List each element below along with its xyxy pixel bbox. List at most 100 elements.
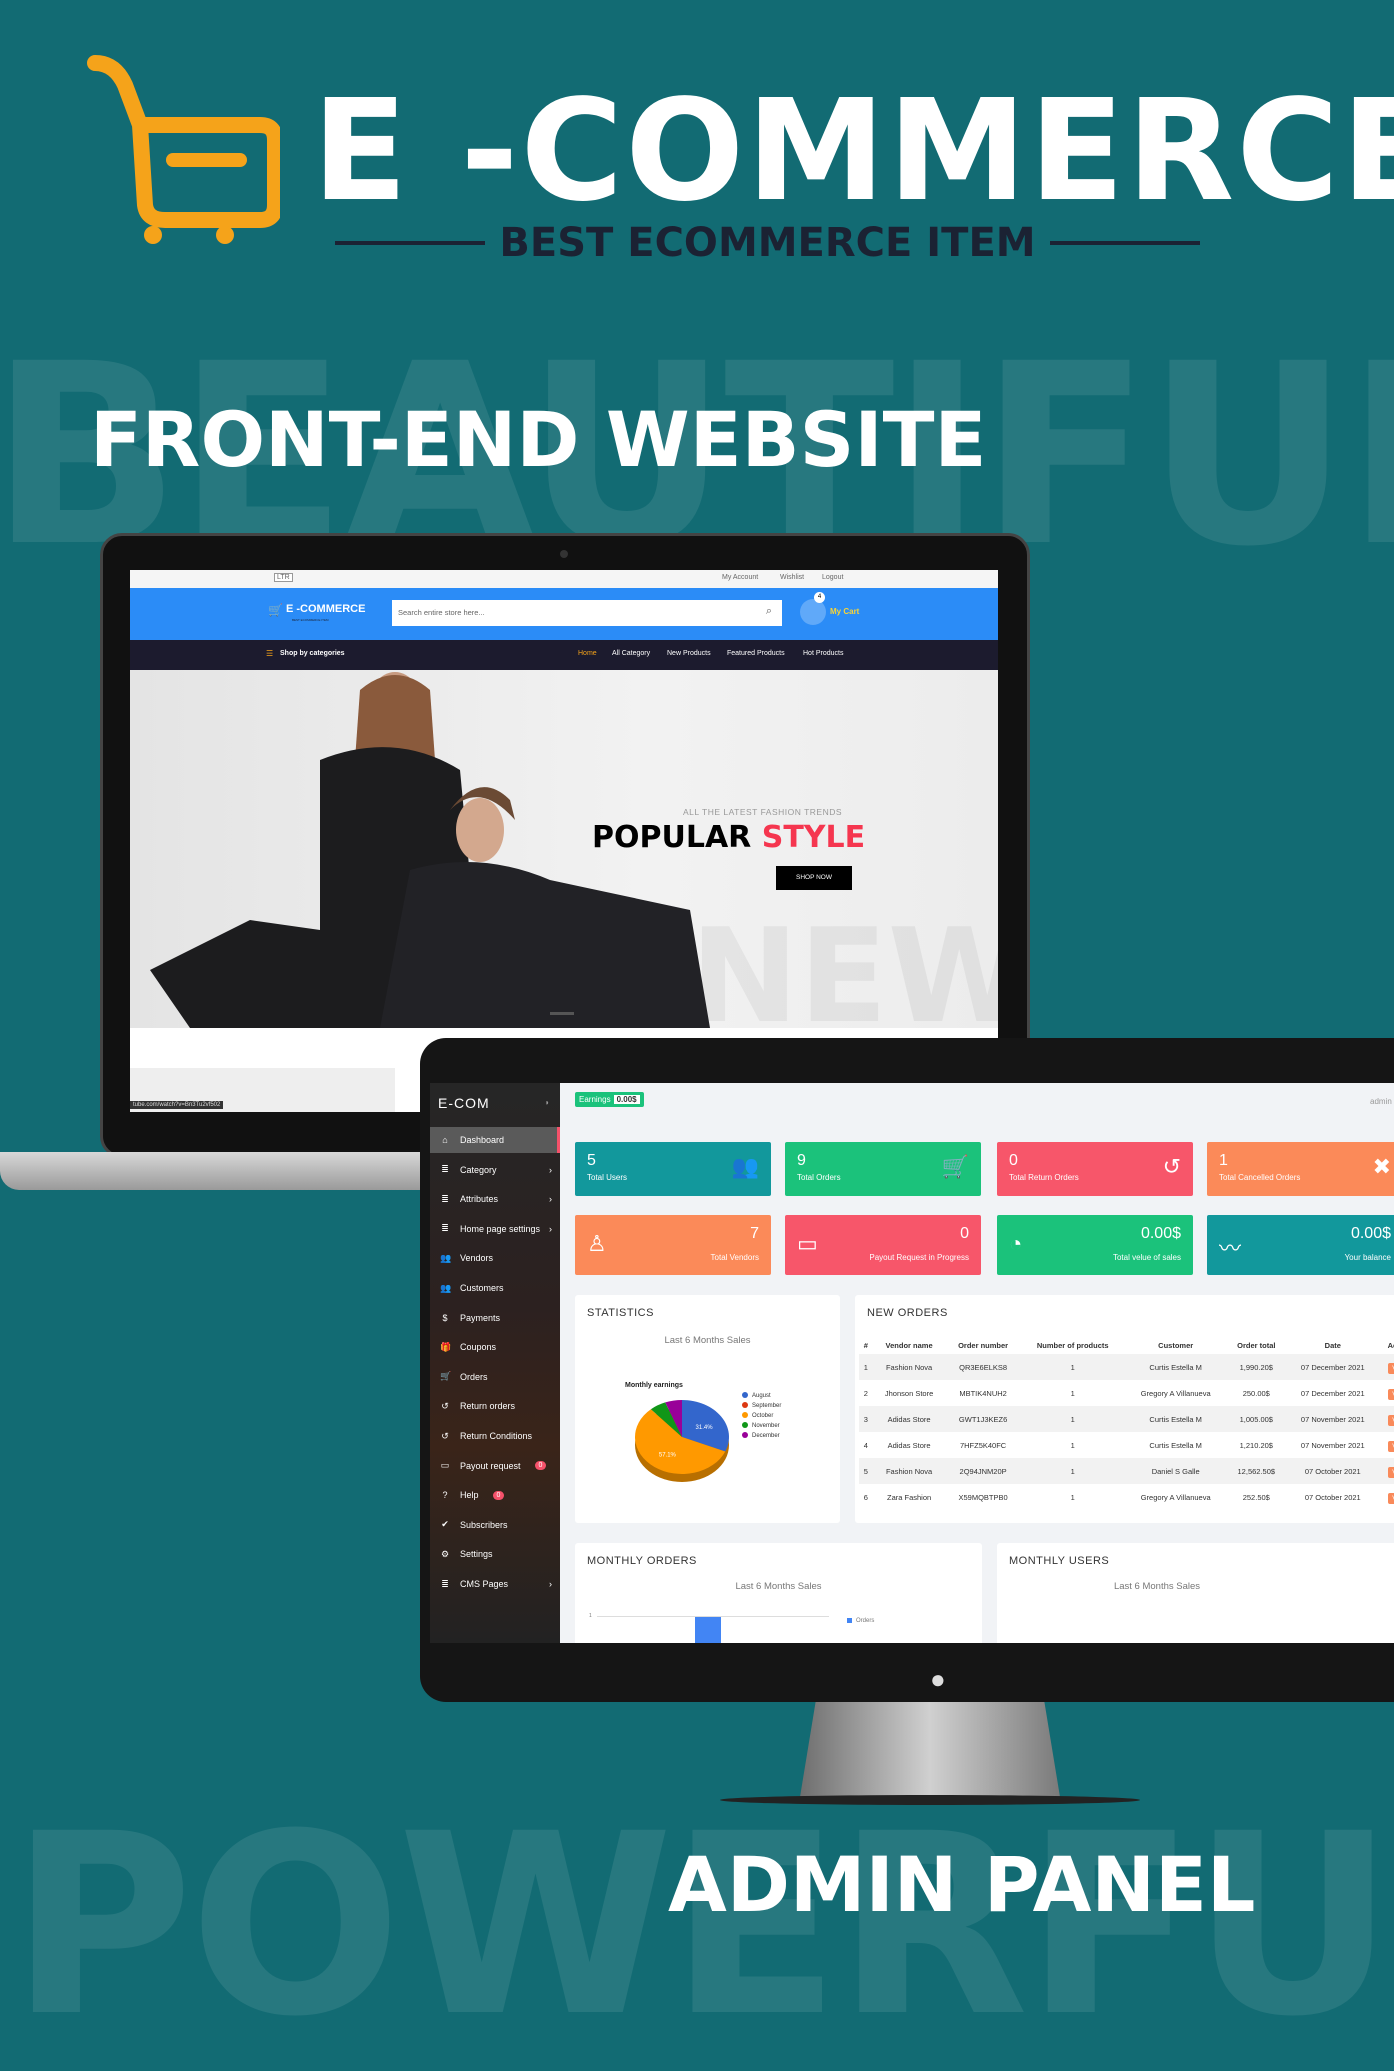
sidebar-toggle-icon[interactable]: ◑ [544, 1098, 549, 1107]
view-button[interactable]: View [1388, 1440, 1394, 1452]
list-icon: ≣ [441, 1578, 449, 1589]
sidebar-item-payments[interactable]: $ Payments [430, 1305, 560, 1331]
direction-select[interactable]: LTR [274, 573, 293, 582]
table-cell: 1 [1070, 1440, 1075, 1450]
legend-swatch [742, 1432, 748, 1438]
nav-new-products[interactable]: New Products [667, 650, 711, 657]
table-cell: 250.00$ [1242, 1388, 1270, 1398]
storefront-screen: LTR My Account Wishlist Logout 🛒 E -COMM… [130, 570, 998, 1112]
user-outline-icon: ♙ [587, 1231, 607, 1256]
table-cell: 1 [1020, 1354, 1125, 1380]
stat-card-total-cancelled-orders[interactable]: 1 Total Cancelled Orders ✖ [1207, 1142, 1394, 1196]
search-input[interactable]: Search entire store here... ⌕ [392, 600, 782, 626]
table-cell: 1,005.00$ [1226, 1406, 1287, 1432]
stat-card-total-velue-of-sales[interactable]: 0.00$ Total velue of sales ◔ [997, 1215, 1193, 1275]
store-logo-sub: BEST ECOMMERCE ITEM [292, 618, 329, 622]
sidebar-item-orders[interactable]: 🛒 Orders [430, 1364, 560, 1390]
stat-card-total-vendors[interactable]: 7 Total Vendors ♙ [575, 1215, 771, 1275]
cart-button[interactable] [800, 599, 826, 625]
stat-card-your-balance[interactable]: 0.00$ Your balance 〰 [1207, 1215, 1394, 1275]
sidebar-item-return-orders[interactable]: ↺ Return orders [430, 1393, 560, 1419]
nav-hot-products[interactable]: Hot Products [803, 650, 843, 657]
shop-by-categories[interactable]: Shop by categories [280, 650, 345, 657]
logout-link[interactable]: Logout [822, 574, 843, 581]
gift-icon: 🎁 [440, 1341, 452, 1352]
table-cell: Curtis Estella M [1124, 1406, 1227, 1432]
sidebar-item-label: Return Conditions [460, 1431, 533, 1441]
stat-label: Total Orders [797, 1173, 841, 1182]
sidebar-item-payout-request[interactable]: ▭ Payout request 0 [430, 1453, 560, 1479]
legend-label: October [752, 1413, 773, 1419]
wishlist-link[interactable]: Wishlist [780, 574, 804, 581]
table-cell: Jhonson Store [884, 1388, 934, 1398]
nav-home[interactable]: Home [578, 650, 597, 657]
nav-featured-products[interactable]: Featured Products [727, 650, 785, 657]
table-cell: 1 [1020, 1458, 1125, 1484]
hero-banner: NEW ALL THE LATEST FASHION TRENDS POPULA… [130, 670, 998, 1028]
users-icon: 👥 [440, 1252, 452, 1263]
sidebar-item-attributes[interactable]: ≣ Attributes › [430, 1186, 560, 1212]
stat-card-total-return-orders[interactable]: 0 Total Return Orders ↺ [997, 1142, 1193, 1196]
hero-title: POPULAR STYLE [592, 820, 865, 855]
sidebar-item-label: Attributes [460, 1194, 499, 1205]
cart-icon: 🛒 [440, 1371, 452, 1382]
nav-all-category[interactable]: All Category [612, 650, 650, 657]
stat-card-total-users[interactable]: 5 Total Users 👥 [575, 1142, 771, 1196]
table-cell: View [1380, 1432, 1394, 1458]
sidebar-item-subscribers[interactable]: ✔ Subscribers [430, 1512, 560, 1538]
orders-legend-label: Orders [856, 1618, 875, 1624]
table-cell: View [1379, 1458, 1394, 1484]
sidebar-item-help[interactable]: ? Help 0 [430, 1482, 560, 1508]
chevron-right-icon: › [549, 1194, 552, 1205]
view-button[interactable]: View [1388, 1466, 1394, 1478]
store-logo[interactable]: E -COMMERCE [286, 603, 365, 615]
sidebar-item-settings[interactable]: ⚙ Settings [430, 1541, 560, 1567]
sidebar-item-home-page-settings[interactable]: ≣ Home page settings › [430, 1216, 560, 1242]
table-row: 3 Adidas Store GWT1J3KEZ6 1 Curtis Estella M… [859, 1406, 1394, 1432]
list-icon: ≣ [441, 1223, 449, 1234]
monthly-orders-subtitle: Last 6 Months Sales [735, 1581, 822, 1592]
top-bar: LTR My Account Wishlist Logout [130, 570, 998, 588]
gear-icon: ⚙ [440, 1548, 450, 1559]
view-button[interactable]: View [1388, 1492, 1394, 1504]
cart-logo-icon [85, 55, 283, 250]
stat-card-total-orders[interactable]: 9 Total Orders 🛒 [785, 1142, 981, 1196]
brand-subtitle-text: BEST ECOMMERCE ITEM [499, 220, 1036, 266]
sidebar-item-dashboard[interactable]: ⌂ Dashboard [430, 1127, 560, 1153]
stat-card-payout-request-in-progress[interactable]: 0 Payout Request in Progress ▭ [785, 1215, 981, 1275]
table-cell: 5 [859, 1458, 873, 1484]
sidebar-item-return-conditions[interactable]: ↺ Return Conditions [430, 1423, 560, 1449]
stat-value: 1 [1219, 1152, 1228, 1169]
sidebar-item-coupons[interactable]: 🎁 Coupons [430, 1334, 560, 1360]
my-account-link[interactable]: My Account [722, 574, 758, 581]
legend-label: November [752, 1423, 780, 1429]
column-header: # [863, 1341, 868, 1350]
view-button[interactable]: View [1388, 1388, 1394, 1400]
hero-watermark: NEW [690, 900, 998, 1028]
my-cart-label[interactable]: My Cart [830, 607, 859, 616]
table-cell: 2 [863, 1388, 868, 1398]
view-button[interactable]: View [1388, 1362, 1394, 1374]
table-row: 1 Fashion Nova QR3E6ELKS8 1 Curtis Estella M… [859, 1354, 1394, 1380]
stat-value: 5 [587, 1152, 596, 1169]
shop-now-button[interactable]: SHOP NOW [776, 866, 852, 890]
sidebar-item-label: Payments [460, 1312, 501, 1323]
table-cell: 07 October 2021 [1286, 1458, 1380, 1484]
sidebar-item-vendors[interactable]: 👥 Vendors [430, 1245, 560, 1271]
monthly-users-title: MONTHLY USERS [1009, 1555, 1110, 1567]
table-cell: Curtis Estella M [1124, 1354, 1227, 1380]
admin-user-menu[interactable]: admin [1370, 1097, 1392, 1106]
sidebar-item-customers[interactable]: 👥 Customers [430, 1275, 560, 1301]
view-button[interactable]: View [1388, 1414, 1394, 1426]
pie-title: Monthly earnings [625, 1382, 683, 1389]
pie-icon: ◔ [1009, 1231, 1023, 1256]
search-icon[interactable]: ⌕ [766, 605, 772, 618]
trend-icon: 〰 [1219, 1236, 1242, 1261]
slider-dots[interactable] [550, 1012, 574, 1015]
table-cell: 6 [863, 1492, 868, 1502]
sidebar-item-category[interactable]: ≣ Category › [430, 1157, 560, 1183]
sidebar-item-cms-pages[interactable]: ≣ CMS Pages › [430, 1571, 560, 1597]
front-end-heading: FRONT-END WEBSITE [90, 395, 987, 484]
menu-icon[interactable]: ☰ [266, 649, 273, 658]
sidebar-item-label: Orders [460, 1371, 488, 1382]
